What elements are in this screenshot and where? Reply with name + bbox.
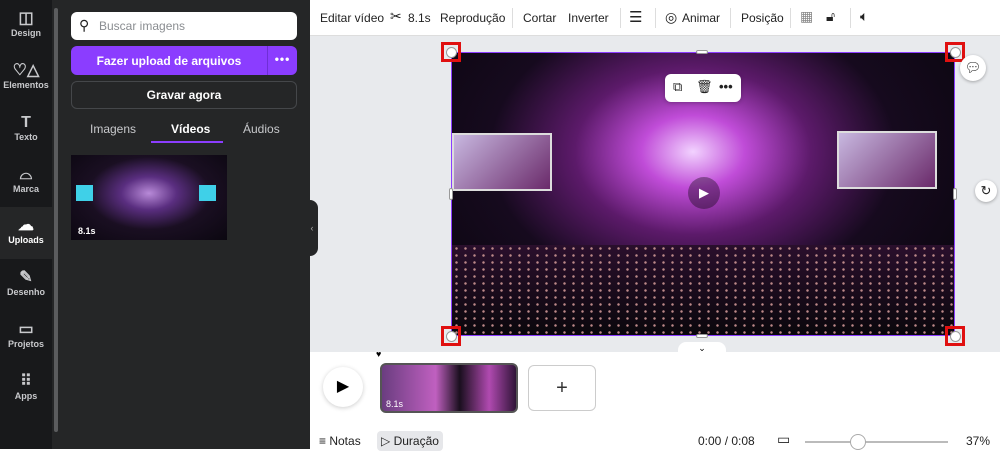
time-readout: 0:00 / 0:08 bbox=[698, 434, 755, 448]
collapse-panel-button[interactable]: ‹ bbox=[306, 200, 318, 256]
text-icon: T bbox=[21, 114, 31, 131]
page-view-icon[interactable]: ▭ bbox=[777, 431, 790, 448]
rail-item-projects[interactable]: ▭ Projetos bbox=[0, 311, 52, 363]
zoom-slider-knob[interactable] bbox=[850, 434, 866, 450]
duplicate-icon[interactable]: ⧉ bbox=[673, 79, 682, 95]
zoom-level[interactable]: 37% bbox=[966, 434, 990, 448]
rail-item-text[interactable]: T Texto bbox=[0, 104, 52, 156]
left-rail: ◫ Design ♡△ Elementos T Texto ⌓ Marca ☁ Uploa… bbox=[0, 0, 52, 449]
duration-icon: ▷ bbox=[381, 434, 394, 448]
highlight-marker bbox=[441, 326, 461, 346]
canvas-area: ▶ ⧉ 🗑︎ ••• 💬︎ ↻ ⌄ bbox=[310, 36, 1000, 354]
tab-videos[interactable]: Vídeos bbox=[171, 122, 210, 136]
element-context-menu: ⧉ 🗑︎ ••• bbox=[665, 74, 741, 102]
timeline: ♥ ▶ 8.1s + ≡ Notas ▷ Duração 0:00 / 0:08… bbox=[310, 349, 1000, 451]
animate-button[interactable]: Animar bbox=[682, 11, 720, 25]
edit-video-button[interactable]: Editar vídeo bbox=[320, 11, 384, 25]
toolbar: Editar vídeo ✂ 8.1s Reprodução Cortar In… bbox=[310, 0, 1000, 36]
search-icon: ⚲ bbox=[79, 17, 90, 33]
highlight-marker bbox=[945, 326, 965, 346]
zoom-slider[interactable] bbox=[805, 434, 948, 450]
volume-icon[interactable]: 🔈︎ bbox=[860, 8, 868, 25]
rail-item-uploads[interactable]: ☁ Uploads bbox=[0, 207, 52, 259]
flip-button[interactable]: Inverter bbox=[568, 11, 609, 25]
design-icon: ◫ bbox=[18, 10, 34, 27]
more-icon[interactable]: ••• bbox=[719, 79, 733, 94]
position-button[interactable]: Posição bbox=[741, 11, 784, 25]
add-page-button[interactable]: + bbox=[528, 365, 596, 411]
play-overlay-icon[interactable]: ▶ bbox=[688, 177, 720, 209]
draw-icon: ✎ bbox=[19, 269, 33, 286]
brand-icon: ⌓ bbox=[19, 166, 33, 183]
tab-audios[interactable]: Áudios bbox=[243, 122, 280, 136]
rail-scrollbar[interactable] bbox=[52, 0, 60, 449]
border-style-icon[interactable]: ☰ bbox=[629, 8, 642, 26]
resize-handle-left[interactable] bbox=[449, 188, 453, 200]
resize-handle-bottom[interactable] bbox=[696, 334, 708, 338]
upload-files-button[interactable]: Fazer upload de arquivos ••• bbox=[71, 46, 297, 75]
more-options-button[interactable]: ••• bbox=[267, 46, 297, 75]
notes-button[interactable]: ≡ Notas bbox=[319, 434, 361, 448]
rotate-icon[interactable]: ↻ bbox=[975, 180, 997, 202]
crop-button[interactable]: Cortar bbox=[523, 11, 556, 25]
resize-handle-top[interactable] bbox=[696, 50, 708, 54]
video-thumbnail[interactable]: 8.1s bbox=[71, 155, 227, 240]
lock-icon[interactable]: 🔓︎ bbox=[826, 8, 835, 25]
upload-cloud-icon: ☁ bbox=[18, 217, 34, 234]
timeline-clip[interactable]: 8.1s bbox=[380, 363, 518, 413]
folder-icon: ▭ bbox=[18, 321, 34, 338]
animate-icon: ◎ bbox=[665, 9, 678, 25]
comment-icon[interactable]: 💬︎ bbox=[960, 55, 986, 81]
record-now-button[interactable]: Gravar agora bbox=[71, 81, 297, 109]
rail-item-elements[interactable]: ♡△ Elementos bbox=[0, 52, 52, 104]
elements-icon: ♡△ bbox=[12, 62, 40, 79]
playback-button[interactable]: Reprodução bbox=[440, 11, 505, 25]
playhead-icon[interactable]: ♥ bbox=[376, 349, 381, 359]
notes-icon: ≡ bbox=[319, 434, 330, 448]
play-button[interactable]: ▶ bbox=[323, 367, 363, 407]
uploads-panel: ⚲ Buscar imagens Fazer upload de arquivos… bbox=[60, 0, 366, 449]
duration-button[interactable]: ▷ Duração bbox=[377, 431, 443, 451]
scissors-icon[interactable]: ✂ bbox=[390, 8, 402, 25]
transparency-icon[interactable]: ▦ bbox=[800, 8, 813, 25]
apps-icon: ⠿ bbox=[20, 373, 32, 390]
search-input[interactable]: ⚲ Buscar imagens bbox=[71, 12, 297, 40]
rail-item-apps[interactable]: ⠿ Apps bbox=[0, 363, 52, 415]
tab-images[interactable]: Imagens bbox=[90, 122, 136, 136]
rail-item-brand[interactable]: ⌓ Marca bbox=[0, 156, 52, 208]
rail-item-design[interactable]: ◫ Design bbox=[0, 0, 52, 52]
active-tab-indicator bbox=[151, 141, 223, 143]
highlight-marker bbox=[441, 42, 461, 62]
trim-duration[interactable]: 8.1s bbox=[408, 11, 431, 25]
rail-item-draw[interactable]: ✎ Desenho bbox=[0, 259, 52, 311]
delete-icon[interactable]: 🗑︎ bbox=[696, 79, 713, 95]
resize-handle-right[interactable] bbox=[953, 188, 957, 200]
